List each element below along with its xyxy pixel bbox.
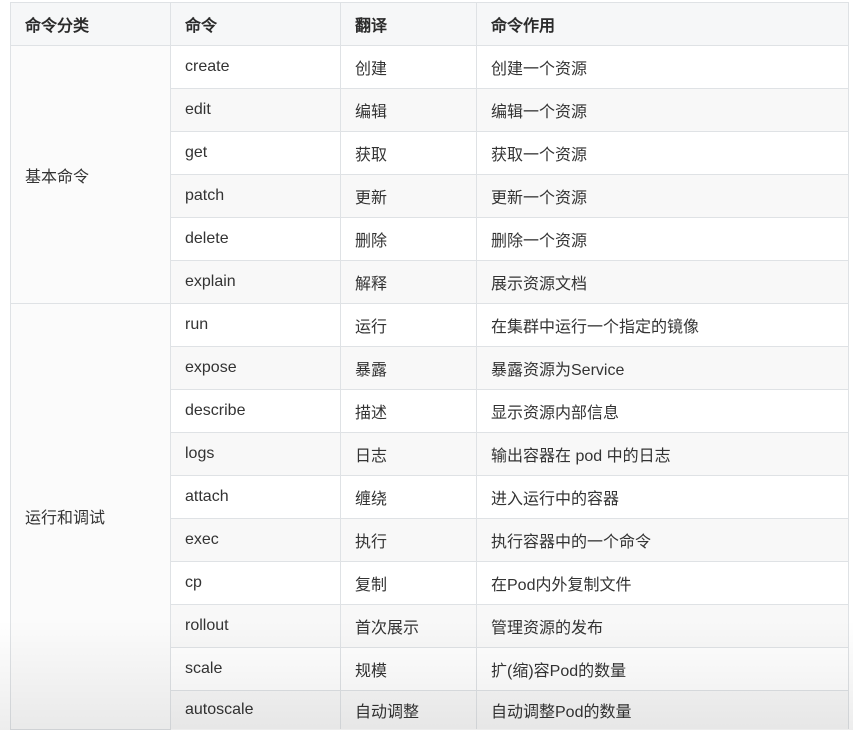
description-cell: 执行容器中的一个命令 (476, 518, 849, 562)
translation-cell: 运行 (340, 303, 477, 347)
description-cell: 更新一个资源 (476, 174, 849, 218)
category-cell: 基本命令 (10, 45, 171, 304)
command-cell: expose (170, 346, 341, 390)
description-cell: 管理资源的发布 (476, 604, 849, 648)
translation-cell: 规模 (340, 647, 477, 691)
command-cell: rollout (170, 604, 341, 648)
command-cell: exec (170, 518, 341, 562)
command-cell: scale (170, 647, 341, 691)
translation-cell: 缠绕 (340, 475, 477, 519)
translation-cell: 首次展示 (340, 604, 477, 648)
header-row: 命令分类 命令 翻译 命令作用 (10, 2, 849, 46)
header-translation: 翻译 (340, 2, 477, 46)
table-row: 基本命令 create 创建 创建一个资源 (10, 45, 849, 304)
description-cell: 编辑一个资源 (476, 88, 849, 132)
description-cell: 在Pod内外复制文件 (476, 561, 849, 605)
translation-cell: 更新 (340, 174, 477, 218)
command-cell: describe (170, 389, 341, 433)
header-description: 命令作用 (476, 2, 849, 46)
table-row: 运行和调试 run 运行 在集群中运行一个指定的镜像 (10, 303, 849, 730)
command-cell: autoscale (170, 690, 341, 729)
translation-cell: 自动调整 (340, 690, 477, 729)
command-cell: explain (170, 260, 341, 304)
translation-cell: 执行 (340, 518, 477, 562)
command-cell: edit (170, 88, 341, 132)
description-cell: 进入运行中的容器 (476, 475, 849, 519)
description-cell: 删除一个资源 (476, 217, 849, 261)
category-cell: 运行和调试 (10, 303, 171, 730)
command-cell: logs (170, 432, 341, 476)
header-command: 命令 (170, 2, 341, 46)
description-cell: 输出容器在 pod 中的日志 (476, 432, 849, 476)
description-cell: 在集群中运行一个指定的镜像 (476, 303, 849, 347)
page: 命令分类 命令 翻译 命令作用 基本命令 create 创建 创建一个资源 ed… (0, 0, 853, 730)
command-cell: run (170, 303, 341, 347)
header-category: 命令分类 (10, 2, 171, 46)
description-cell: 暴露资源为Service (476, 346, 849, 390)
description-cell: 扩(缩)容Pod的数量 (476, 647, 849, 691)
command-cell: cp (170, 561, 341, 605)
translation-cell: 日志 (340, 432, 477, 476)
description-cell: 创建一个资源 (476, 45, 849, 89)
description-cell: 自动调整Pod的数量 (476, 690, 849, 729)
translation-cell: 编辑 (340, 88, 477, 132)
translation-cell: 解释 (340, 260, 477, 304)
translation-cell: 删除 (340, 217, 477, 261)
command-cell: attach (170, 475, 341, 519)
translation-cell: 暴露 (340, 346, 477, 390)
command-cell: delete (170, 217, 341, 261)
translation-cell: 复制 (340, 561, 477, 605)
translation-cell: 创建 (340, 45, 477, 89)
command-table: 命令分类 命令 翻译 命令作用 基本命令 create 创建 创建一个资源 ed… (10, 2, 849, 730)
translation-cell: 描述 (340, 389, 477, 433)
description-cell: 展示资源文档 (476, 260, 849, 304)
description-cell: 显示资源内部信息 (476, 389, 849, 433)
description-cell: 获取一个资源 (476, 131, 849, 175)
command-cell: create (170, 45, 341, 89)
translation-cell: 获取 (340, 131, 477, 175)
command-cell: get (170, 131, 341, 175)
command-cell: patch (170, 174, 341, 218)
